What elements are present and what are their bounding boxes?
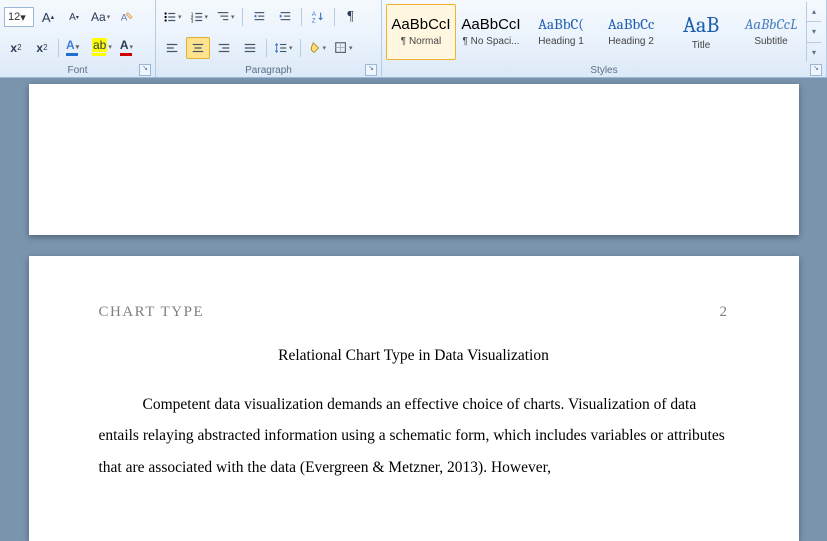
sort-button[interactable]: AZ bbox=[306, 6, 330, 28]
subscript-button[interactable]: x2 bbox=[4, 37, 28, 59]
page-number: 2 bbox=[720, 304, 729, 321]
gallery-down-icon[interactable]: ▾ bbox=[807, 22, 821, 42]
style-subtitle[interactable]: AaBbCcL Subtitle bbox=[736, 4, 806, 60]
page-1-bottom[interactable] bbox=[29, 84, 799, 235]
numbering-button[interactable]: 123▾ bbox=[187, 6, 212, 28]
grow-font-button[interactable]: A▴ bbox=[36, 6, 60, 28]
increase-indent-button[interactable] bbox=[273, 6, 297, 28]
svg-text:3: 3 bbox=[190, 19, 193, 24]
svg-text:Z: Z bbox=[311, 18, 315, 25]
running-head: CHART TYPE 2 bbox=[99, 304, 729, 321]
page-2[interactable]: CHART TYPE 2 Relational Chart Type in Da… bbox=[29, 256, 799, 541]
bullets-button[interactable]: ▾ bbox=[160, 6, 185, 28]
style-normal[interactable]: AaBbCcI ¶ Normal bbox=[386, 4, 456, 60]
shrink-font-button[interactable]: A▾ bbox=[62, 6, 86, 28]
font-color-button[interactable]: A▾ bbox=[117, 37, 141, 59]
ribbon: 12▾ A▴ A▾ Aa▾ A x2 x2 A▾ ab▾ A▾ Font ↘ bbox=[0, 0, 827, 78]
document-area[interactable]: CHART TYPE 2 Relational Chart Type in Da… bbox=[0, 78, 827, 541]
paragraph-group: ▾ 123▾ ▾ AZ ¶ ▾ ▾ ▾ bbox=[156, 0, 382, 77]
paragraph-dialog-launcher-icon[interactable]: ↘ bbox=[365, 64, 377, 76]
style-title[interactable]: AaB Title bbox=[666, 4, 736, 60]
highlight-button[interactable]: ab▾ bbox=[89, 37, 115, 59]
align-center-button[interactable] bbox=[186, 37, 210, 59]
font-group-label: Font ↘ bbox=[4, 63, 151, 77]
line-spacing-button[interactable]: ▾ bbox=[271, 37, 296, 59]
running-head-text: CHART TYPE bbox=[99, 304, 205, 321]
paragraph-group-label: Paragraph ↘ bbox=[160, 63, 377, 77]
font-group: 12▾ A▴ A▾ Aa▾ A x2 x2 A▾ ab▾ A▾ Font ↘ bbox=[0, 0, 156, 77]
show-hide-pilcrow-button[interactable]: ¶ bbox=[339, 6, 363, 28]
align-right-button[interactable] bbox=[212, 37, 236, 59]
justify-button[interactable] bbox=[238, 37, 262, 59]
style-heading-1[interactable]: AaBbC( Heading 1 bbox=[526, 4, 596, 60]
style-no-spacing[interactable]: AaBbCcI ¶ No Spaci... bbox=[456, 4, 526, 60]
styles-group-label: Styles ↘ bbox=[386, 63, 822, 77]
align-left-button[interactable] bbox=[160, 37, 184, 59]
shading-button[interactable]: ▾ bbox=[305, 37, 330, 59]
styles-dialog-launcher-icon[interactable]: ↘ bbox=[810, 64, 822, 76]
borders-button[interactable]: ▾ bbox=[331, 37, 356, 59]
styles-group: AaBbCcI ¶ Normal AaBbCcI ¶ No Spaci... A… bbox=[382, 0, 827, 77]
font-size-box[interactable]: 12▾ bbox=[4, 7, 34, 27]
document-body-paragraph[interactable]: Competent data visualization demands an … bbox=[99, 389, 729, 484]
document-title: Relational Chart Type in Data Visualizat… bbox=[99, 347, 729, 365]
text-effects-button[interactable]: A▾ bbox=[63, 37, 87, 59]
font-dialog-launcher-icon[interactable]: ↘ bbox=[139, 64, 151, 76]
gallery-up-icon[interactable]: ▴ bbox=[807, 2, 821, 22]
decrease-indent-button[interactable] bbox=[247, 6, 271, 28]
styles-gallery-expand[interactable]: ▴ ▾ ▾ bbox=[806, 2, 821, 62]
style-heading-2[interactable]: AaBbCc Heading 2 bbox=[596, 4, 666, 60]
multilevel-list-button[interactable]: ▾ bbox=[213, 6, 238, 28]
clear-formatting-button[interactable]: A bbox=[115, 6, 139, 28]
superscript-button[interactable]: x2 bbox=[30, 37, 54, 59]
change-case-button[interactable]: Aa▾ bbox=[88, 6, 113, 28]
styles-gallery[interactable]: AaBbCcI ¶ Normal AaBbCcI ¶ No Spaci... A… bbox=[386, 2, 806, 62]
gallery-more-icon[interactable]: ▾ bbox=[807, 43, 821, 62]
